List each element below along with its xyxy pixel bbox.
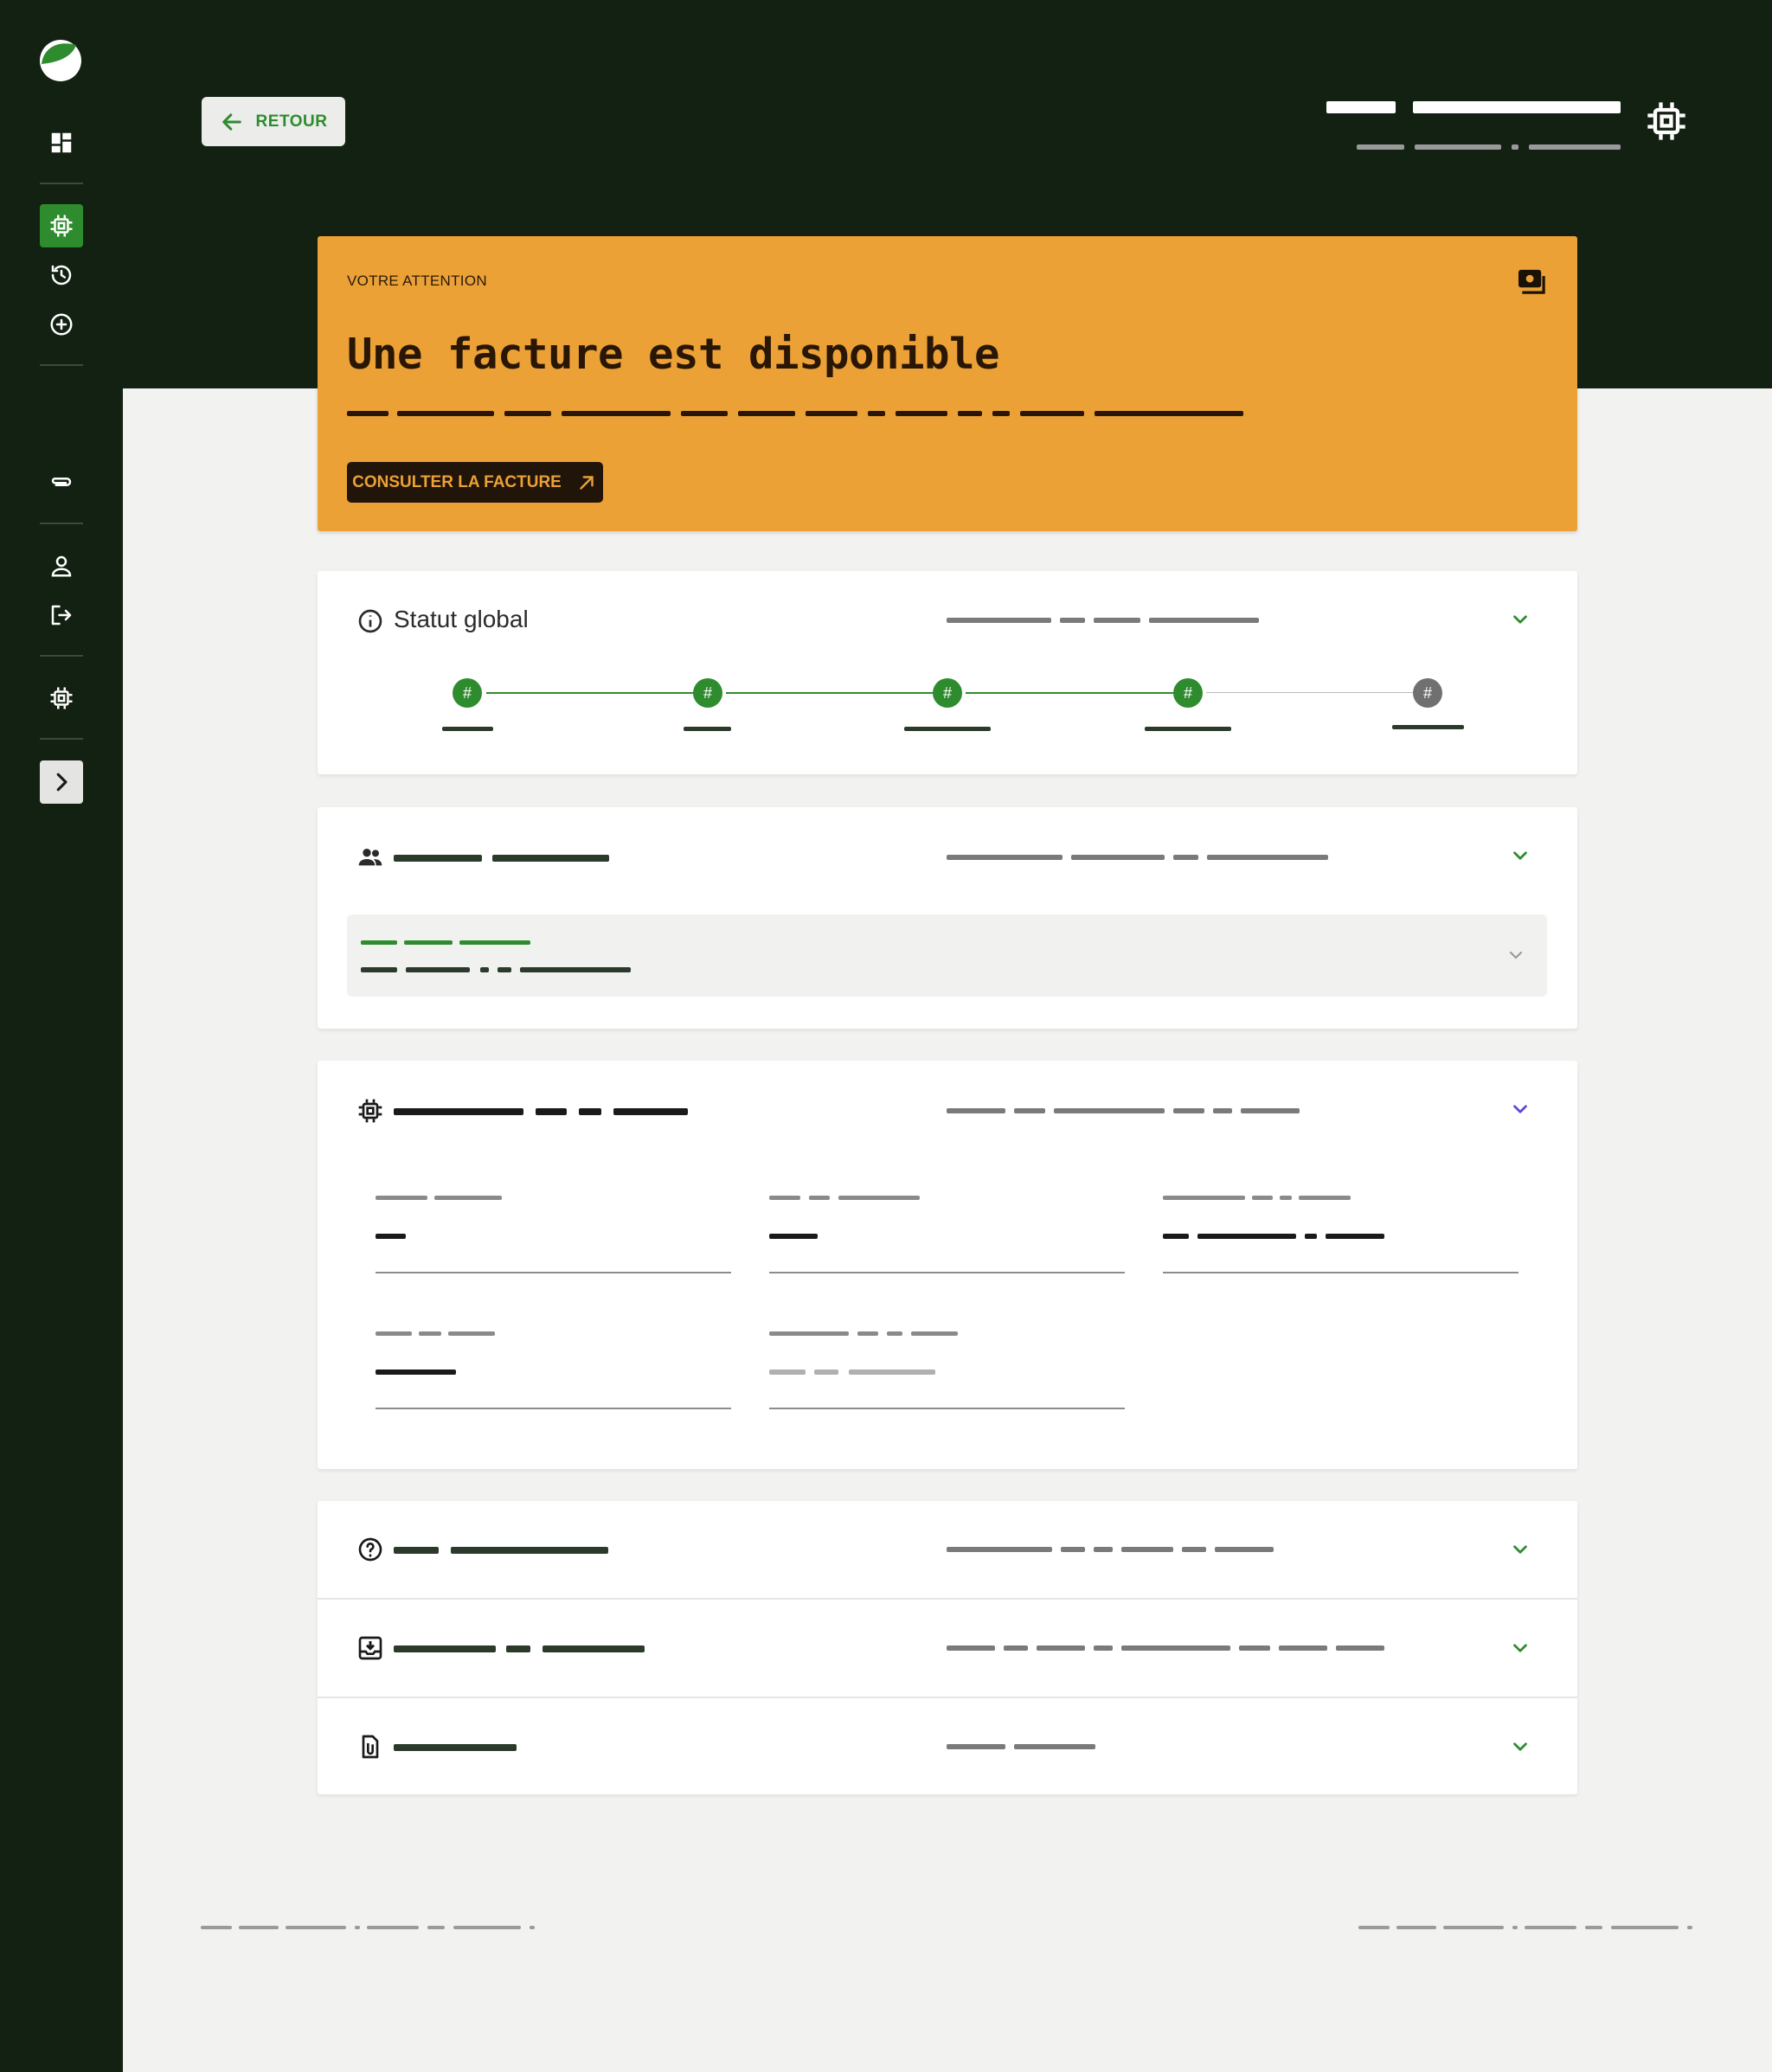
progress-connector bbox=[1206, 692, 1418, 693]
brand-logo[interactable] bbox=[38, 38, 83, 83]
chevron-down-icon[interactable] bbox=[1509, 1735, 1531, 1758]
chip-icon bbox=[50, 215, 73, 237]
chevron-down-icon[interactable] bbox=[1509, 1637, 1531, 1659]
progress-step: # bbox=[693, 678, 722, 708]
external-link-icon bbox=[580, 475, 594, 490]
sidebar-divider bbox=[40, 364, 83, 366]
status-card: Statut global # # # # # bbox=[318, 571, 1577, 774]
back-button-label: RETOUR bbox=[255, 112, 328, 131]
progress-connector bbox=[726, 692, 936, 694]
progress-step: # bbox=[1173, 678, 1203, 708]
status-card-title: Statut global bbox=[394, 606, 529, 632]
contact-list-item[interactable] bbox=[347, 914, 1547, 997]
accordion-divider bbox=[318, 1697, 1577, 1698]
chevron-down-icon[interactable] bbox=[1509, 844, 1531, 867]
chevron-up-icon[interactable] bbox=[1509, 1098, 1531, 1120]
back-button[interactable]: RETOUR bbox=[202, 97, 345, 146]
sidebar-divider bbox=[40, 655, 83, 657]
progress-step: # bbox=[1413, 678, 1442, 708]
info-icon bbox=[358, 609, 382, 633]
sidebar bbox=[0, 0, 123, 2072]
sidebar-item-add[interactable] bbox=[40, 303, 83, 346]
contacts-card bbox=[318, 807, 1577, 1029]
chip-icon bbox=[358, 1099, 382, 1123]
sidebar-item-attachments[interactable] bbox=[40, 460, 83, 504]
sidebar-item-profile[interactable] bbox=[40, 544, 83, 587]
invoice-alert: VOTRE ATTENTION Une facture est disponib… bbox=[318, 236, 1577, 531]
document-attachment-icon bbox=[362, 1735, 379, 1759]
sidebar-divider bbox=[40, 183, 83, 184]
device-details-card bbox=[318, 1061, 1577, 1469]
logout-icon bbox=[51, 605, 72, 625]
progress-step: # bbox=[453, 678, 482, 708]
chevron-right-icon bbox=[56, 773, 67, 792]
alert-title: Une facture est disponible bbox=[347, 330, 1000, 379]
view-invoice-button[interactable]: CONSULTER LA FACTURE bbox=[347, 462, 603, 503]
arrow-left-icon bbox=[222, 112, 241, 131]
progress-step: # bbox=[933, 678, 962, 708]
add-circle-icon bbox=[50, 313, 73, 336]
sidebar-item-logout[interactable] bbox=[40, 593, 83, 637]
sidebar-divider bbox=[40, 738, 83, 740]
accordion-group bbox=[318, 1501, 1577, 1794]
sidebar-item-devices[interactable] bbox=[40, 204, 83, 247]
history-icon bbox=[51, 265, 72, 285]
help-icon bbox=[358, 1537, 382, 1562]
chevron-down-icon[interactable] bbox=[1509, 1538, 1531, 1561]
invoice-icon bbox=[1518, 269, 1545, 294]
view-invoice-label: CONSULTER LA FACTURE bbox=[352, 472, 562, 491]
sidebar-item-dashboard[interactable] bbox=[40, 121, 83, 164]
sidebar-expand-button[interactable] bbox=[40, 760, 83, 804]
alert-eyebrow: VOTRE ATTENTION bbox=[347, 273, 487, 289]
sidebar-item-settings[interactable] bbox=[40, 677, 83, 720]
sidebar-divider bbox=[40, 523, 83, 524]
user-icon bbox=[51, 555, 72, 577]
chevron-down-icon[interactable] bbox=[1506, 945, 1526, 965]
chip-icon bbox=[50, 687, 73, 709]
group-icon bbox=[358, 849, 382, 866]
progress-connector bbox=[966, 692, 1177, 694]
accordion-divider bbox=[318, 1598, 1577, 1600]
progress-connector bbox=[486, 692, 696, 694]
sidebar-item-history[interactable] bbox=[40, 253, 83, 297]
device-chip-icon[interactable] bbox=[1644, 99, 1689, 144]
attachment-icon bbox=[51, 478, 72, 486]
chevron-down-icon[interactable] bbox=[1509, 608, 1531, 631]
dashboard-icon bbox=[51, 132, 72, 153]
download-box-icon bbox=[358, 1636, 382, 1660]
